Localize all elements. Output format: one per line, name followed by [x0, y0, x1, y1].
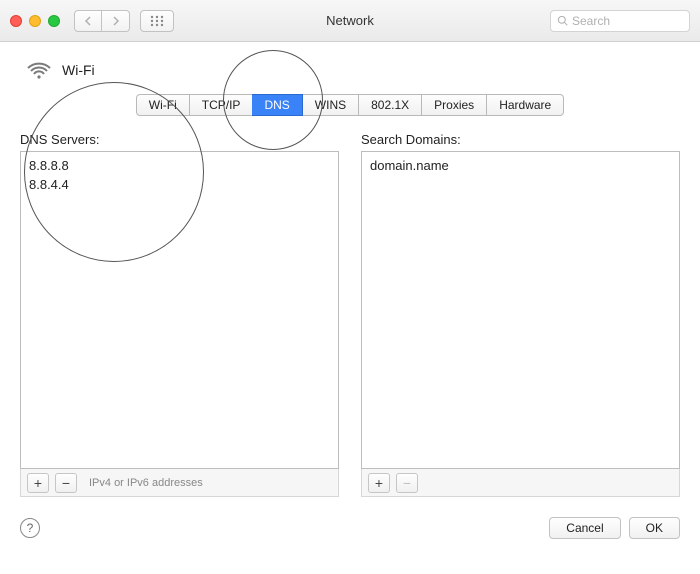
ok-button[interactable]: OK — [629, 517, 680, 539]
cancel-button[interactable]: Cancel — [549, 517, 620, 539]
tab-hardware[interactable]: Hardware — [487, 94, 564, 116]
add-domain-button[interactable]: + — [368, 473, 390, 493]
zoom-window-button[interactable] — [48, 15, 60, 27]
list-item[interactable]: 8.8.8.8 — [29, 156, 330, 175]
add-dns-button[interactable]: + — [27, 473, 49, 493]
tab-wifi[interactable]: Wi-Fi — [136, 94, 190, 116]
help-button[interactable]: ? — [20, 518, 40, 538]
window-controls — [10, 15, 60, 27]
tab-dns[interactable]: DNS — [252, 94, 302, 116]
wifi-icon — [26, 60, 52, 80]
dns-list-footer: + − IPv4 or IPv6 addresses — [20, 469, 339, 497]
chevron-right-icon — [112, 16, 120, 26]
search-domains-label: Search Domains: — [361, 132, 680, 147]
list-item[interactable]: domain.name — [370, 156, 671, 175]
close-window-button[interactable] — [10, 15, 22, 27]
show-all-button[interactable] — [140, 10, 174, 32]
interface-header: Wi-Fi — [20, 56, 680, 90]
dns-servers-list[interactable]: 8.8.8.8 8.8.4.4 — [20, 151, 339, 469]
remove-dns-button[interactable]: − — [55, 473, 77, 493]
forward-button[interactable] — [102, 10, 130, 32]
tab-proxies[interactable]: Proxies — [422, 94, 487, 116]
grid-icon — [150, 15, 164, 27]
remove-domain-button[interactable]: − — [396, 473, 418, 493]
interface-name: Wi-Fi — [62, 62, 95, 78]
nav-buttons — [74, 10, 130, 32]
list-item[interactable]: 8.8.4.4 — [29, 175, 330, 194]
back-button[interactable] — [74, 10, 102, 32]
search-placeholder: Search — [572, 14, 610, 28]
dns-hint: IPv4 or IPv6 addresses — [89, 477, 203, 489]
search-domains-list[interactable]: domain.name — [361, 151, 680, 469]
dns-servers-label: DNS Servers: — [20, 132, 339, 147]
minimize-window-button[interactable] — [29, 15, 41, 27]
titlebar: Network Search — [0, 0, 700, 42]
tab-wins[interactable]: WINS — [303, 94, 359, 116]
search-field[interactable]: Search — [550, 10, 690, 32]
search-icon — [557, 15, 568, 26]
tab-bar: Wi-Fi TCP/IP DNS WINS 802.1X Proxies Har… — [20, 94, 680, 116]
domains-list-footer: + − — [361, 469, 680, 497]
tab-tcpip[interactable]: TCP/IP — [190, 94, 253, 116]
chevron-left-icon — [84, 16, 92, 26]
tab-8021x[interactable]: 802.1X — [359, 94, 422, 116]
